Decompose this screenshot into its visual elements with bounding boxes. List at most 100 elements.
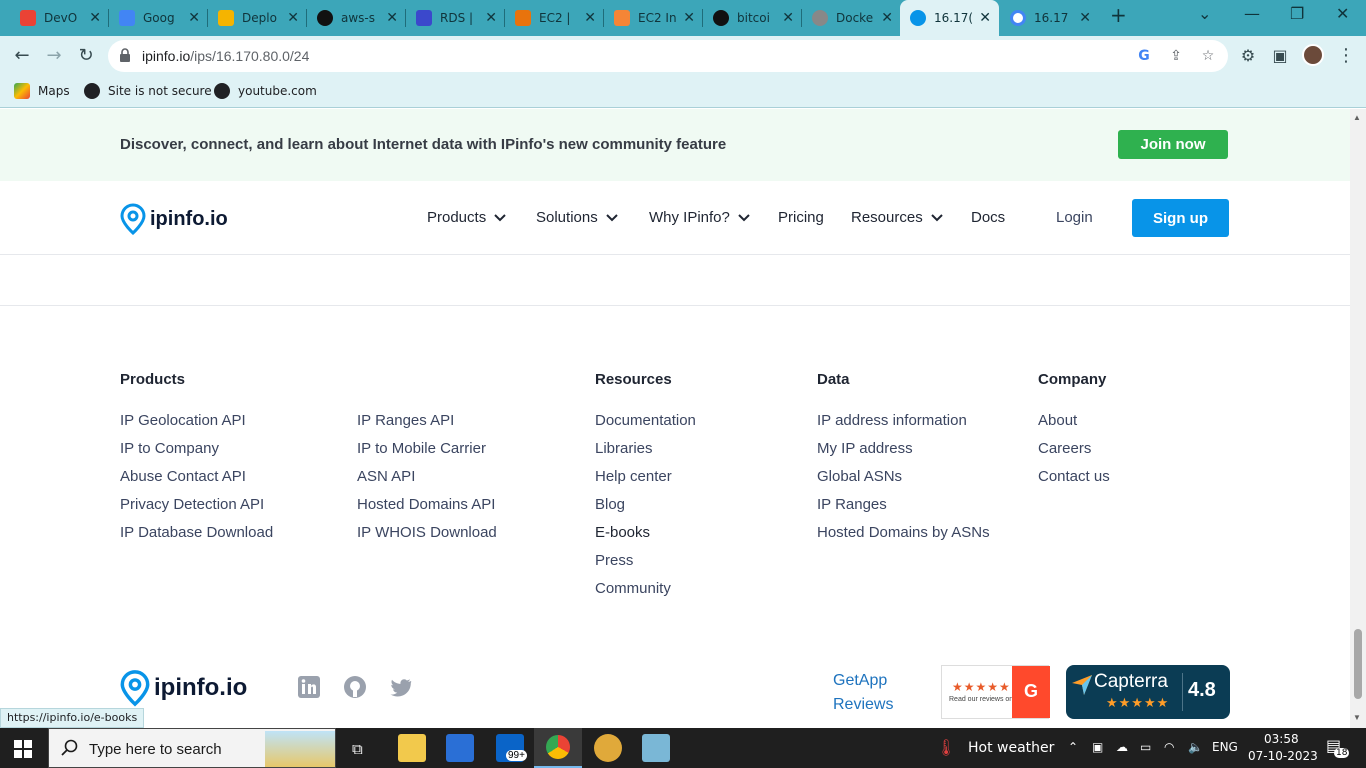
- browser-tab[interactable]: Deplo ✕: [208, 4, 307, 32]
- meet-now-icon[interactable]: ▣: [1092, 740, 1103, 754]
- windows-start-icon[interactable]: [14, 740, 32, 758]
- footer-link[interactable]: IP to Company: [120, 440, 219, 457]
- footer-link[interactable]: Documentation: [595, 412, 696, 429]
- forward-button[interactable]: →: [42, 44, 66, 68]
- signup-button[interactable]: Sign up: [1132, 199, 1229, 237]
- footer-link[interactable]: IP Ranges: [817, 496, 887, 513]
- task-view-icon[interactable]: ⧉: [352, 740, 363, 758]
- close-icon[interactable]: ✕: [485, 10, 497, 26]
- restore-button[interactable]: ❐: [1290, 4, 1304, 23]
- footer-link[interactable]: IP Database Download: [120, 524, 273, 541]
- footer-link[interactable]: Contact us: [1038, 468, 1110, 485]
- taskbar-search-box[interactable]: Type here to search: [48, 728, 336, 768]
- capterra-badge[interactable]: Capterra ★★★★★ 4.8: [1066, 665, 1230, 719]
- tab-search-chevron-icon[interactable]: ⌄: [1198, 4, 1211, 23]
- scroll-up-icon[interactable]: ▲: [1353, 113, 1361, 122]
- weather-text[interactable]: Hot weather: [968, 740, 1054, 756]
- clock-time[interactable]: 03:58: [1264, 732, 1299, 746]
- volume-icon[interactable]: 🔈: [1188, 740, 1203, 754]
- nav-solutions[interactable]: Solutions: [536, 209, 618, 226]
- footer-link[interactable]: Community: [595, 580, 671, 597]
- footer-link[interactable]: Privacy Detection API: [120, 496, 264, 513]
- close-window-button[interactable]: ✕: [1336, 4, 1349, 23]
- nav-docs[interactable]: Docs: [971, 209, 1005, 226]
- footer-link[interactable]: ASN API: [357, 468, 415, 485]
- clock-date[interactable]: 07-10-2023: [1248, 749, 1318, 763]
- footer-link[interactable]: My IP address: [817, 440, 913, 457]
- footer-link[interactable]: IP Geolocation API: [120, 412, 246, 429]
- scrollbar-thumb[interactable]: [1354, 629, 1362, 699]
- browser-tab-active[interactable]: 16.17(✕: [900, 0, 999, 36]
- close-icon[interactable]: ✕: [881, 10, 893, 26]
- chrome-taskbar-active[interactable]: [534, 728, 582, 768]
- nav-products[interactable]: Products: [427, 209, 506, 226]
- file-explorer-icon[interactable]: [398, 734, 426, 762]
- close-icon[interactable]: ✕: [89, 10, 101, 26]
- footer-link[interactable]: IP Ranges API: [357, 412, 454, 429]
- browser-tab[interactable]: EC2 In ✕: [604, 4, 703, 32]
- browser-tab[interactable]: aws-s ✕: [307, 4, 406, 32]
- app-icon[interactable]: [642, 734, 670, 762]
- menu-icon[interactable]: ⋮: [1334, 44, 1358, 68]
- footer-link-hovered[interactable]: E-books: [595, 524, 650, 541]
- app-icon[interactable]: [594, 734, 622, 762]
- footer-link[interactable]: Libraries: [595, 440, 653, 457]
- extensions-icon[interactable]: ⚙: [1236, 44, 1260, 68]
- google-lens-icon[interactable]: G: [1136, 48, 1152, 64]
- close-icon[interactable]: ✕: [287, 10, 299, 26]
- close-icon[interactable]: ✕: [584, 10, 596, 26]
- linkedin-icon[interactable]: [298, 676, 320, 698]
- twitter-icon[interactable]: [390, 676, 412, 698]
- footer-link[interactable]: Hosted Domains API: [357, 496, 495, 513]
- nav-pricing[interactable]: Pricing: [778, 209, 824, 226]
- reload-button[interactable]: ↻: [74, 44, 98, 68]
- join-now-button[interactable]: Join now: [1118, 130, 1228, 159]
- ipinfo-logo[interactable]: ipinfo.io: [120, 203, 228, 235]
- share-icon[interactable]: ⇪: [1168, 48, 1184, 64]
- github-icon[interactable]: [344, 676, 366, 698]
- new-tab-button[interactable]: +: [1110, 3, 1127, 27]
- url-text[interactable]: ipinfo.io/ips/16.170.80.0/24: [142, 48, 309, 64]
- footer-link[interactable]: Careers: [1038, 440, 1091, 457]
- close-icon[interactable]: ✕: [1079, 10, 1091, 26]
- close-icon[interactable]: ✕: [188, 10, 200, 26]
- minimize-button[interactable]: —: [1244, 4, 1260, 23]
- footer-link[interactable]: Global ASNs: [817, 468, 902, 485]
- browser-tab[interactable]: Goog ✕: [109, 4, 208, 32]
- footer-link[interactable]: Abuse Contact API: [120, 468, 246, 485]
- close-icon[interactable]: ✕: [782, 10, 794, 26]
- onedrive-cloud-icon[interactable]: ☁: [1116, 740, 1128, 754]
- profile-avatar[interactable]: [1302, 44, 1324, 66]
- address-bar[interactable]: ipinfo.io/ips/16.170.80.0/24 G ⇪ ☆: [108, 40, 1228, 72]
- footer-link[interactable]: Hosted Domains by ASNs: [817, 524, 990, 541]
- bookmark-youtube[interactable]: youtube.com: [214, 83, 317, 99]
- close-icon[interactable]: ✕: [979, 10, 991, 26]
- browser-tab[interactable]: 16.17 ✕: [1000, 4, 1099, 32]
- scroll-down-icon[interactable]: ▼: [1353, 713, 1361, 722]
- back-button[interactable]: ←: [10, 44, 34, 68]
- nav-resources[interactable]: Resources: [851, 209, 943, 226]
- nav-why-ipinfo[interactable]: Why IPinfo?: [649, 209, 750, 226]
- footer-link[interactable]: About: [1038, 412, 1077, 429]
- login-link[interactable]: Login: [1056, 209, 1093, 226]
- footer-link[interactable]: Press: [595, 552, 633, 569]
- language-indicator[interactable]: ENG: [1212, 740, 1238, 754]
- microsoft-store-icon[interactable]: [446, 734, 474, 762]
- mail-icon[interactable]: 99+: [496, 734, 527, 762]
- getapp-reviews-image[interactable]: GetApp Reviews: [833, 669, 923, 717]
- footer-link[interactable]: IP to Mobile Carrier: [357, 440, 486, 457]
- footer-link[interactable]: Help center: [595, 468, 672, 485]
- footer-link[interactable]: IP WHOIS Download: [357, 524, 497, 541]
- wifi-icon[interactable]: ◠: [1164, 740, 1174, 754]
- bookmark-star-icon[interactable]: ☆: [1200, 48, 1216, 64]
- lock-icon[interactable]: [120, 48, 130, 62]
- g2-badge[interactable]: ★★★★★ Read our reviews on G: [941, 665, 1050, 719]
- footer-link[interactable]: Blog: [595, 496, 625, 513]
- browser-tab[interactable]: RDS | ✕: [406, 4, 505, 32]
- footer-link[interactable]: IP address information: [817, 412, 967, 429]
- browser-tab[interactable]: Docke ✕: [802, 4, 901, 32]
- footer-ipinfo-logo[interactable]: ipinfo.io: [120, 669, 247, 707]
- side-panel-icon[interactable]: ▣: [1268, 44, 1292, 68]
- bookmark-maps[interactable]: Maps: [14, 83, 70, 99]
- browser-tab[interactable]: bitcoi ✕: [703, 4, 802, 32]
